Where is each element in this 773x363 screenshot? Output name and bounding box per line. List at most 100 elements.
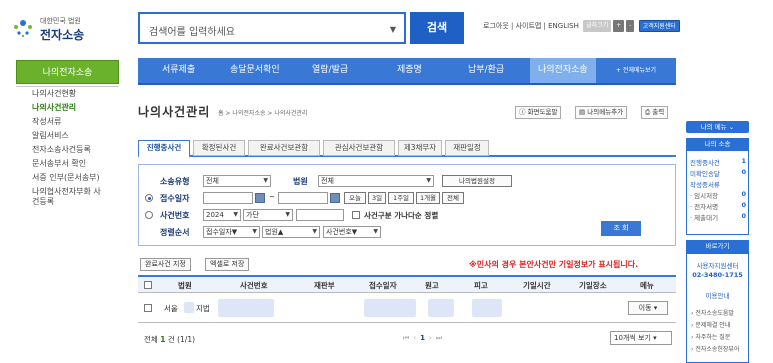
- tab-schedule[interactable]: 재판일정: [445, 140, 489, 156]
- excel-save-button[interactable]: 엑셀로 저장: [205, 258, 249, 271]
- my-litigation-box: 진행중사건1 미확인송달0 작성중서류 · 임시저장0 · 전자서명0 · 제출…: [686, 150, 749, 235]
- move-select[interactable]: 이동 ▾: [628, 301, 668, 315]
- qm-e-sign[interactable]: · 전자서명0: [690, 201, 746, 211]
- lookup-button[interactable]: 조 회: [601, 221, 641, 236]
- calendar-icon[interactable]: [330, 193, 340, 203]
- top-links-text[interactable]: 로그아웃 | 사이트맵 | ENGLISH: [483, 22, 579, 30]
- tab-completed[interactable]: 완료사건보관함: [248, 140, 320, 156]
- first-page-icon[interactable]: ⏮: [403, 334, 413, 342]
- my-menu-toggle[interactable]: 나의 메뉴 ⌄: [686, 121, 749, 133]
- total-number: 1: [160, 335, 165, 344]
- qm-in-progress[interactable]: 진행중사건1: [690, 157, 746, 167]
- qm-unconfirmed[interactable]: 미확인송달0: [690, 168, 746, 178]
- case-type-label: 소송유형: [160, 176, 189, 187]
- all-dates-button[interactable]: 전체: [442, 192, 464, 204]
- left-item-case-status[interactable]: 나의사건현황: [16, 87, 119, 101]
- my-court-button[interactable]: 나의법원설정: [442, 175, 512, 187]
- sort-checkbox[interactable]: [352, 211, 360, 219]
- font-minus-button[interactable]: -: [626, 20, 634, 32]
- left-item-evidence[interactable]: 서증 인부(문서송부): [16, 171, 119, 185]
- calendar-icon[interactable]: [255, 193, 265, 203]
- nav-payment[interactable]: 납부/환급: [468, 58, 504, 83]
- table-row[interactable]: 서울 지법 이동 ▾: [138, 293, 676, 323]
- date-to-input[interactable]: [278, 192, 328, 204]
- redacted-plaintiff: [428, 299, 454, 317]
- chevron-down-icon[interactable]: ▼: [390, 25, 396, 34]
- add-menu-button[interactable]: ▤ 나의메뉴추가: [575, 106, 627, 119]
- qm-temp-save-count: 0: [741, 190, 746, 198]
- row-checkbox[interactable]: [144, 304, 152, 312]
- court-emblem-icon: [10, 16, 36, 40]
- left-item-doc-confirm[interactable]: 문서송부서 확인: [16, 157, 119, 171]
- court-select[interactable]: 전체▼: [318, 175, 434, 187]
- case-tabs: 진행중사건 확정된사건 완료사건보관함 관심사건보관함 제3채무자 재판일정: [138, 140, 676, 157]
- left-item-documents[interactable]: 작성서류: [16, 115, 119, 129]
- qm-temp-save[interactable]: · 임시저장0: [690, 190, 746, 200]
- caseno-input[interactable]: [296, 209, 344, 221]
- case-gubun-select[interactable]: 가단▼: [243, 209, 293, 221]
- one-month-button[interactable]: 1개월: [416, 192, 440, 204]
- link-troubleshoot-label: 문제해결 안내: [695, 322, 730, 329]
- date-radio[interactable]: [145, 194, 153, 202]
- order-2-value: 법원▲: [265, 228, 283, 236]
- link-viewer[interactable]: › 전자소송헌장뷰어: [691, 344, 739, 353]
- tab-third-debtor[interactable]: 제3채무자: [398, 140, 442, 156]
- help-label: 화면도움말: [528, 108, 558, 116]
- nav-certificate[interactable]: 제증명: [397, 58, 422, 83]
- print-button[interactable]: ⎙ 출력: [641, 106, 668, 119]
- today-button[interactable]: 오늘: [344, 192, 366, 204]
- help-icon: ⓘ: [519, 108, 526, 116]
- order-select-3[interactable]: 사건번호▼▼: [323, 226, 381, 238]
- select-all-checkbox[interactable]: [144, 281, 152, 289]
- redacted-caseno[interactable]: [218, 299, 274, 317]
- left-item-case-register[interactable]: 전자소송사건등록: [16, 143, 119, 157]
- link-help-label: 전자소송도움말: [695, 310, 734, 317]
- link-troubleshoot[interactable]: › 문제해결 안내: [691, 320, 730, 329]
- left-item-case-manage[interactable]: 나의사건관리: [16, 101, 119, 115]
- support-center-button[interactable]: 고객지원센터: [639, 20, 680, 32]
- left-item-other-register[interactable]: 나의협사전자부화 사건등록: [16, 185, 119, 209]
- help-button[interactable]: ⓘ 화면도움말: [515, 106, 561, 119]
- usage-guide[interactable]: 이용안내: [687, 290, 748, 300]
- complete-case-button[interactable]: 완료사건 지정: [140, 258, 191, 271]
- order-3-value: 사건번호▼: [326, 228, 357, 236]
- court-logo[interactable]: 대한민국 법원 전자소송: [10, 14, 120, 42]
- last-page-icon[interactable]: ⏭: [436, 334, 446, 342]
- link-faq-label: 자주하는 질문: [695, 334, 730, 341]
- caseno-radio[interactable]: [145, 211, 153, 219]
- per-page-select[interactable]: 10개씩 보기 ▾: [610, 331, 672, 345]
- qm-pending[interactable]: · 제출대기0: [690, 212, 746, 222]
- nav-view[interactable]: 열람/발급: [312, 58, 348, 83]
- row-court-a: 서울: [164, 303, 178, 314]
- next-page-icon[interactable]: ›: [429, 334, 436, 342]
- order-select-1[interactable]: 접수일자▼▼: [203, 226, 260, 238]
- left-menu-title[interactable]: 나의전자소송: [16, 60, 119, 84]
- nav-service[interactable]: 송달문서확인: [230, 58, 280, 83]
- nav-all-menu[interactable]: + 전체메뉴보기: [616, 58, 656, 83]
- search-button[interactable]: 검색: [410, 12, 464, 44]
- three-days-button[interactable]: 3일: [368, 192, 386, 204]
- one-week-button[interactable]: 1주일: [388, 192, 414, 204]
- search-input[interactable]: 검색어를 입력하세요 ▼: [138, 12, 406, 44]
- qm-e-sign-label: · 전자서명: [690, 203, 718, 211]
- tab-interest[interactable]: 관심사건보관함: [323, 140, 395, 156]
- date-from-input[interactable]: [203, 192, 253, 204]
- left-menu: 나의사건현황 나의사건관리 작성서류 알림서비스 전자소송사건등록 문서송부서 …: [16, 86, 119, 209]
- font-plus-button[interactable]: +: [613, 20, 624, 32]
- link-faq[interactable]: › 자주하는 질문: [691, 332, 730, 341]
- tab-in-progress[interactable]: 진행중사건: [138, 140, 190, 158]
- qm-drafts[interactable]: 작성중서류: [690, 179, 746, 189]
- nav-my-litigation[interactable]: 나의전자소송: [530, 58, 596, 83]
- redacted-defendant: [472, 299, 502, 317]
- order-select-2[interactable]: 법원▲▼: [262, 226, 320, 238]
- date-separator: ~: [269, 193, 275, 201]
- case-type-select[interactable]: 전체▼: [203, 175, 271, 187]
- tab-confirmed[interactable]: 확정된사건: [193, 140, 245, 156]
- year-select[interactable]: 2024▼: [203, 209, 241, 221]
- current-page[interactable]: 1: [420, 334, 429, 342]
- link-help[interactable]: › 전자소송도움말: [691, 308, 734, 317]
- nav-submit[interactable]: 서류제출: [162, 58, 195, 83]
- per-page-value: 10개씩 보기: [614, 334, 651, 342]
- left-item-alerts[interactable]: 알림서비스: [16, 129, 119, 143]
- total-suffix: 건 (1/1): [168, 335, 195, 344]
